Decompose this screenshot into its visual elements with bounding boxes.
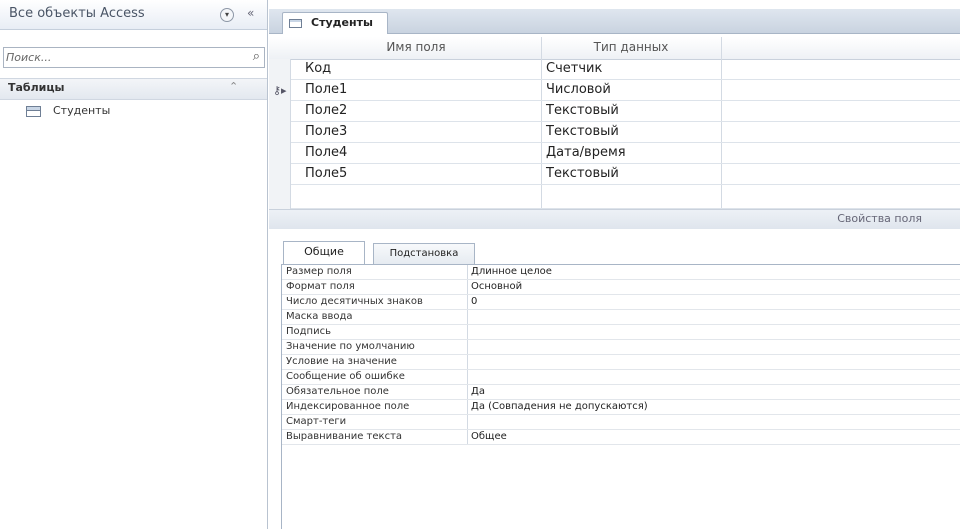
field-row[interactable]: Поле2 Текстовый [291,101,960,122]
data-type-cell[interactable]: Дата/время [546,145,626,160]
tab-lookup[interactable]: Подстановка [373,243,475,265]
property-name: Подпись [286,326,331,337]
property-row[interactable]: Смарт-теги [282,415,960,430]
property-row[interactable]: Подпись [282,325,960,340]
search-input[interactable] [6,49,236,65]
property-value[interactable]: Длинное целое [471,266,552,277]
table-icon [26,106,41,117]
property-row[interactable]: Формат поля Основной [282,280,960,295]
field-name-cell[interactable]: Поле3 [305,124,347,139]
document-tab-label: Студенты [311,16,373,29]
property-name: Обязательное поле [286,386,389,397]
field-name-cell[interactable]: Поле2 [305,103,347,118]
property-row[interactable]: Размер поля Длинное целое [282,265,960,280]
document-top-bar [269,0,960,9]
field-row-current[interactable]: ⚷▸ Поле1 Числовой [273,80,960,101]
data-type-cell[interactable]: Текстовый [546,103,619,118]
field-row[interactable]: Поле5 Текстовый [291,164,960,185]
property-divider [467,400,468,414]
data-type-cell[interactable]: Текстовый [546,166,619,181]
row-selector-column[interactable] [269,59,291,209]
property-value[interactable]: Основной [471,281,522,292]
chevron-down-circle-icon[interactable]: ▾ [220,8,234,22]
property-row[interactable]: Маска ввода [282,310,960,325]
data-type-cell[interactable]: Текстовый [546,124,619,139]
property-name: Условие на значение [286,356,397,367]
document-tab-students[interactable]: Студенты [282,12,388,34]
nav-pane-header[interactable]: Все объекты Access ▾ « [0,0,267,30]
property-row[interactable]: Сообщение об ошибке [282,370,960,385]
property-row[interactable]: Индексированное поле Да (Совпадения не до… [282,400,960,415]
chevron-up-icon[interactable]: ⌃ [229,80,238,93]
field-row[interactable]: Поле4 Дата/время [291,143,960,164]
field-name-cell[interactable]: Код [305,61,331,76]
property-name: Размер поля [286,266,352,277]
field-row[interactable]: Код Счетчик [291,59,960,80]
column-header-data-type[interactable]: Тип данных [541,40,721,54]
property-value[interactable]: Да (Совпадения не допускаются) [471,401,648,412]
property-name: Формат поля [286,281,355,292]
field-properties-caption: Свойства поля [837,212,922,225]
property-value[interactable]: Общее [471,431,507,442]
property-row[interactable]: Условие на значение [282,355,960,370]
field-row[interactable]: Поле3 Текстовый [291,122,960,143]
search-box: ⌕ [3,47,265,68]
design-grid-header: Имя поля Тип данных [269,37,960,60]
column-header-field-name[interactable]: Имя поля [291,40,541,54]
property-name: Выравнивание текста [286,431,403,442]
field-row-empty[interactable] [291,185,960,209]
property-divider [467,280,468,294]
property-name: Значение по умолчанию [286,341,415,352]
field-name-cell[interactable]: Поле5 [305,166,347,181]
field-name-cell[interactable]: Поле4 [305,145,347,160]
property-name: Смарт-теги [286,416,347,427]
data-type-cell[interactable]: Счетчик [546,61,602,76]
table-icon [289,19,302,28]
property-divider [467,265,468,279]
property-row[interactable]: Выравнивание текста Общее [282,430,960,445]
property-name: Индексированное поле [286,401,410,412]
group-label: Таблицы [8,81,65,94]
property-divider [467,385,468,399]
property-value[interactable]: Да [471,386,485,397]
field-properties-bar: Свойства поля [269,209,960,230]
property-divider [467,325,468,339]
property-row[interactable]: Число десятичных знаков 0 [282,295,960,310]
property-row[interactable]: Значение по умолчанию [282,340,960,355]
double-chevron-left-icon[interactable]: « [247,6,254,20]
property-divider [467,430,468,444]
data-type-cell[interactable]: Числовой [546,82,611,97]
property-row[interactable]: Обязательное поле Да [282,385,960,400]
field-properties-pane: Общие Подстановка Размер поля Длинное цел… [269,229,960,529]
key-pointer-icon: ⚷▸ [273,84,287,97]
property-name: Число десятичных знаков [286,296,423,307]
navigation-pane: Все объекты Access ▾ « ⌕ Таблицы ⌃ Студе… [0,0,268,529]
property-divider [467,295,468,309]
field-name-cell[interactable]: Поле1 [305,82,347,97]
nav-item-label: Студенты [53,104,111,117]
property-divider [467,355,468,369]
property-name: Маска ввода [286,311,353,322]
property-value[interactable]: 0 [471,296,477,307]
tab-general[interactable]: Общие [283,241,365,265]
property-divider [467,340,468,354]
nav-item-students[interactable]: Студенты [0,100,267,120]
search-icon[interactable]: ⌕ [253,49,260,64]
group-header-tables[interactable]: Таблицы ⌃ [0,78,267,100]
property-name: Сообщение об ошибке [286,371,405,382]
nav-pane-title: Все объекты Access [9,6,145,21]
property-divider [467,310,468,324]
property-divider [467,370,468,384]
document-tab-strip: Студенты [269,9,960,34]
property-divider [467,415,468,429]
